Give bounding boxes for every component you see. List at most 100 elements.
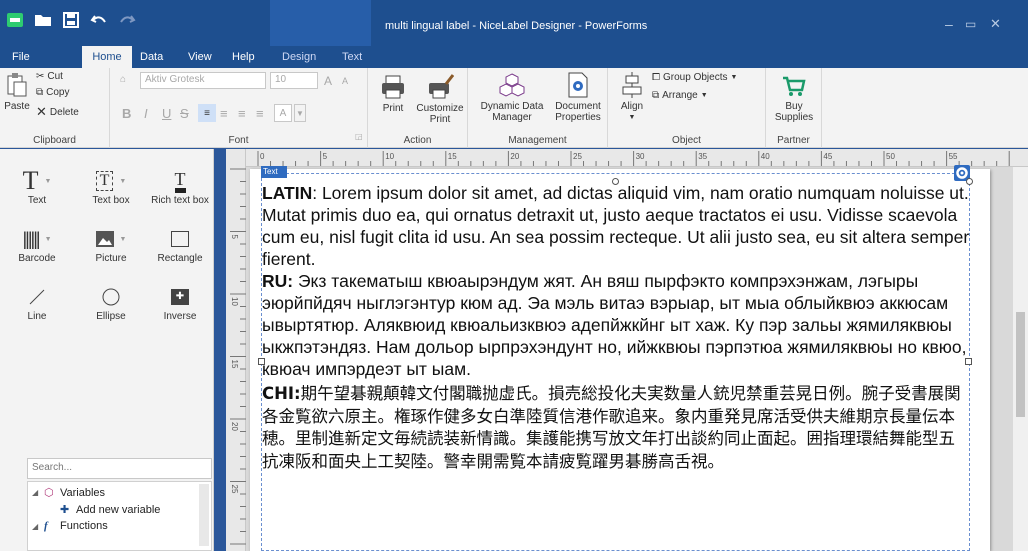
paste-label: Paste (4, 101, 30, 112)
ruler-label: 20 (230, 422, 239, 431)
buy-label-1: Buy (785, 101, 803, 112)
align-right-icon[interactable]: ≡ (238, 106, 246, 121)
tree-item-functions[interactable]: Functions (60, 520, 108, 532)
text-box-dropdown-icon: ▼ (119, 177, 127, 185)
tool-barcode-label: Barcode (18, 253, 56, 264)
vertical-scrollbar[interactable] (1013, 167, 1028, 551)
customize-print-button[interactable]: Customize Print (414, 74, 466, 125)
paste-button[interactable]: Paste (4, 72, 30, 112)
tool-line[interactable]: Line (2, 283, 72, 322)
tool-rectangle-label: Rectangle (157, 253, 203, 264)
tool-line-label: Line (27, 311, 47, 322)
font-family-select[interactable]: Aktiv Grotesk (140, 72, 266, 89)
russian-text: Экз такематыш квюаырэндум жят. Ан вяш пы… (262, 271, 967, 379)
delete-button[interactable]: ✕ Delete (36, 104, 79, 120)
justify-icon[interactable]: ≡ (256, 106, 264, 121)
vertical-scrollbar-thumb[interactable] (1016, 312, 1025, 417)
tree-scrollbar[interactable] (199, 484, 209, 546)
document-properties-button[interactable]: Document Properties (550, 72, 606, 123)
search-input[interactable]: Search... (27, 458, 212, 479)
open-folder-icon[interactable] (34, 12, 52, 28)
tool-inverse[interactable]: ✚ Inverse (145, 283, 215, 322)
font-group-label: Font (228, 135, 249, 146)
tab-help[interactable]: Help (228, 46, 259, 68)
redo-icon[interactable] (118, 12, 136, 28)
cut-button[interactable]: ✂ Cut (36, 71, 63, 82)
text-box-icon: T (95, 171, 114, 191)
group-objects-icon: ⧠ (652, 72, 660, 83)
tab-file[interactable]: File (8, 46, 34, 68)
arrange-button[interactable]: ⧉ Arrange ▼ (652, 90, 708, 101)
font-color-dropdown-icon[interactable]: ▼ (294, 104, 306, 122)
scissors-icon: ✂ (36, 71, 45, 82)
format-painter-icon[interactable]: ⌂ (120, 74, 126, 85)
print-label: Print (382, 103, 404, 114)
ruler-label: 45 (823, 152, 832, 161)
tool-text-box[interactable]: T ▼ Text box (76, 167, 146, 206)
print-button[interactable]: Print (376, 74, 410, 114)
cart-icon (783, 76, 806, 96)
copy-button[interactable]: ⧉ Copy (36, 87, 70, 98)
undo-icon[interactable] (90, 12, 108, 28)
vertical-ruler: 5 10 15 20 25 (226, 149, 246, 551)
align-button[interactable]: Align ▼ (618, 72, 646, 123)
buy-supplies-button[interactable]: Buy Supplies (772, 74, 816, 123)
tab-design[interactable]: Design (278, 46, 320, 68)
tool-rectangle[interactable]: Rectangle (145, 225, 215, 264)
barcode-icon: |||||| (22, 228, 41, 249)
strikethrough-button[interactable]: S (180, 106, 189, 121)
tab-home[interactable]: Home (82, 46, 132, 68)
functions-icon: f (44, 520, 48, 532)
shrink-font-button[interactable]: A (342, 76, 348, 86)
rich-text-icon: T (174, 170, 186, 193)
picture-icon (95, 231, 114, 247)
align-center-icon[interactable]: ≡ (220, 106, 228, 121)
clipboard-group: Paste ✂ Cut ⧉ Copy ✕ Delete Clipboard (0, 68, 110, 148)
tool-rich-text-box[interactable]: T Rich text box (145, 167, 215, 207)
picture-dropdown-icon: ▼ (119, 235, 127, 243)
printer-icon (382, 75, 404, 99)
clipboard-group-label: Clipboard (33, 135, 76, 146)
maximize-button[interactable]: ▭ (965, 17, 976, 31)
document-label-1: Document (555, 101, 601, 112)
group-objects-button[interactable]: ⧠ Group Objects ▼ (652, 72, 737, 83)
rectangle-icon (171, 231, 189, 247)
ruler-label: 10 (230, 297, 239, 306)
underline-button[interactable]: U (162, 106, 171, 121)
tool-text[interactable]: T ▼ Text (2, 166, 72, 206)
font-size-select[interactable]: 10 (270, 72, 318, 89)
management-group-label: Management (508, 135, 567, 146)
add-new-variable-link[interactable]: Add new variable (76, 504, 160, 516)
tab-view[interactable]: View (184, 46, 216, 68)
tab-text[interactable]: Text (338, 46, 366, 68)
tab-data[interactable]: Data (136, 46, 167, 68)
customize-label-2: Print (429, 114, 451, 125)
dynamic-data-label-2: Manager (492, 112, 532, 123)
chinese-label: CHI: (262, 384, 301, 403)
minimize-button[interactable]: – (945, 16, 953, 32)
save-icon[interactable] (62, 12, 80, 28)
dynamic-data-manager-button[interactable]: Dynamic Data Manager (478, 72, 546, 123)
expand-variables-icon[interactable]: ◢ (32, 488, 38, 497)
tool-ellipse[interactable]: Ellipse (76, 283, 146, 322)
action-group: Print Customize Print Action (368, 68, 468, 148)
tool-barcode[interactable]: |||||| ▼ Barcode (2, 225, 72, 265)
delete-icon: ✕ (36, 104, 47, 119)
tool-ellipse-label: Ellipse (96, 311, 126, 322)
close-button[interactable]: ✕ (990, 16, 1001, 32)
ruler-label: 10 (385, 152, 394, 161)
grow-font-button[interactable]: A (324, 74, 332, 88)
italic-button[interactable]: I (144, 106, 148, 121)
ellipse-icon (102, 288, 120, 306)
expand-functions-icon[interactable]: ◢ (32, 522, 38, 531)
tool-picture[interactable]: ▼ Picture (76, 225, 146, 264)
delete-label: Delete (49, 106, 79, 118)
tree-item-variables[interactable]: Variables (60, 487, 105, 499)
group-objects-label: Group Objects (663, 72, 728, 83)
align-left-icon[interactable]: ≡ (198, 104, 216, 122)
bold-button[interactable]: B (122, 106, 131, 121)
paste-icon (7, 73, 27, 97)
font-color-button[interactable]: A (274, 104, 292, 122)
align-label: Align (620, 101, 644, 112)
ruler-label: 0 (260, 152, 265, 161)
